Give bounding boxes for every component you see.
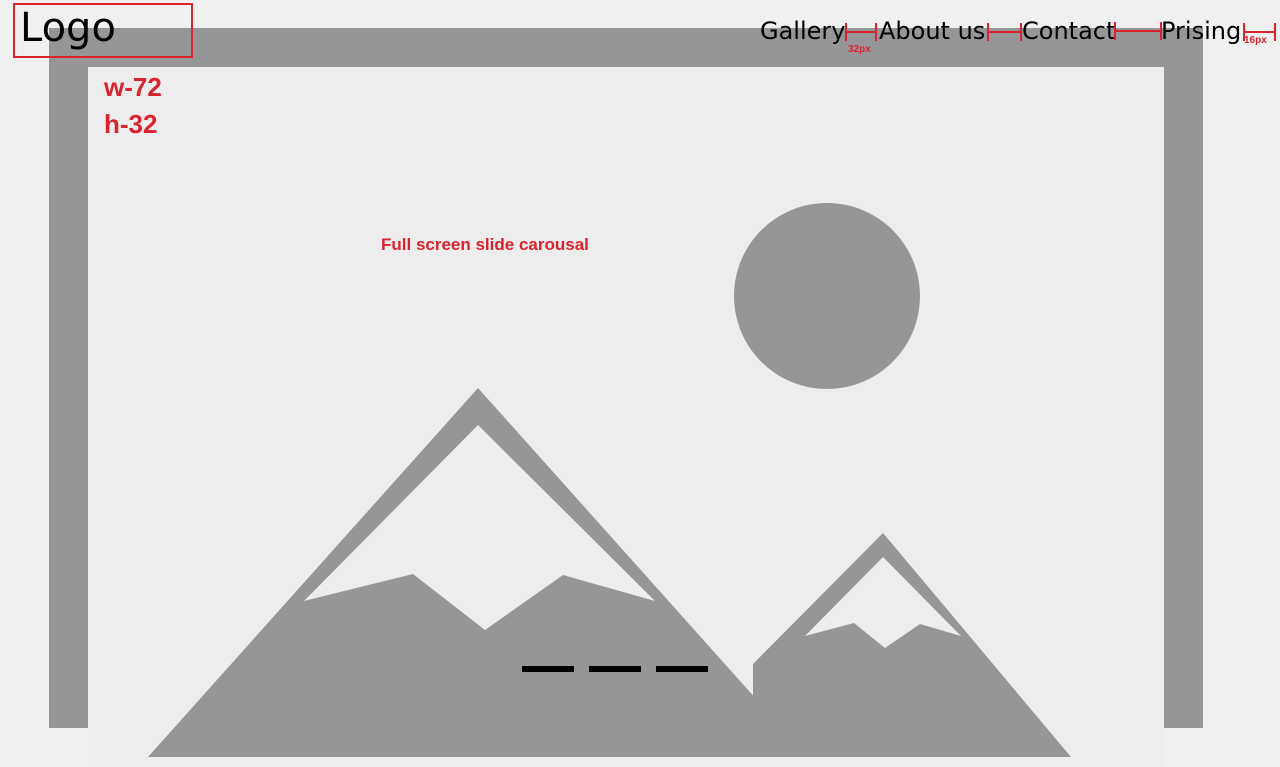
logo[interactable]: Logo	[20, 4, 116, 52]
logo-height-note: h-32	[104, 109, 158, 139]
carousel-note: Full screen slide carousal	[381, 235, 589, 254]
padding-marker	[1243, 23, 1276, 41]
mountains-shape	[148, 388, 1071, 757]
nav-gallery[interactable]: Gallery	[760, 15, 845, 47]
nav-prising[interactable]: Prising	[1161, 15, 1241, 47]
padding-label: 16px	[1244, 35, 1267, 46]
logo-width-note: w-72	[104, 72, 162, 102]
carousel-indicator[interactable]	[656, 666, 708, 672]
carousel-indicator[interactable]	[522, 666, 574, 672]
gap-label: 32px	[848, 44, 871, 55]
gap-marker	[845, 23, 877, 41]
carousel-indicator[interactable]	[589, 666, 641, 672]
nav-contact[interactable]: Contact	[1022, 15, 1115, 47]
carousel-slide[interactable]	[49, 28, 1203, 767]
gap-marker	[987, 23, 1022, 41]
nav-about-us[interactable]: About us	[879, 15, 985, 47]
image-placeholder-icon	[88, 67, 1164, 767]
gap-marker	[1114, 22, 1162, 40]
